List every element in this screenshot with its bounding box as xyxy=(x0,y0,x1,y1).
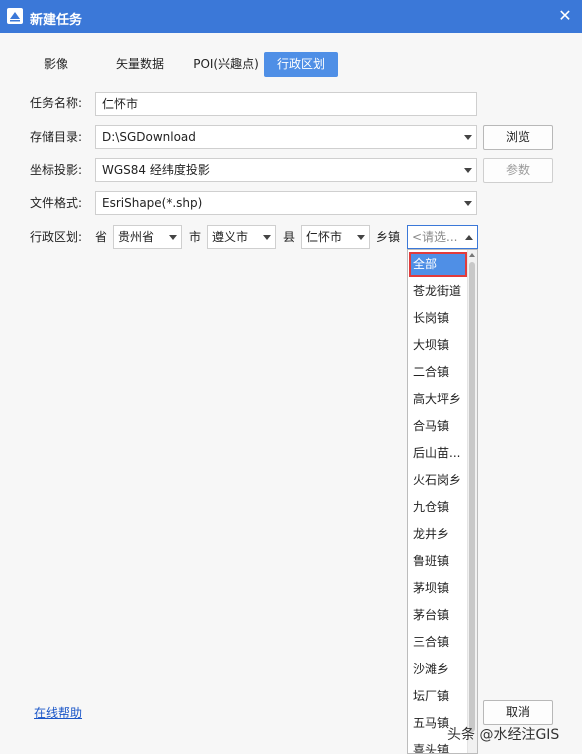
browse-button[interactable]: 浏览 xyxy=(483,125,553,150)
town-option[interactable]: 高大坪乡 xyxy=(409,387,467,412)
city-select[interactable]: 遵义市 xyxy=(207,225,276,249)
projection-value: WGS84 经纬度投影 xyxy=(102,163,210,177)
county-value: 仁怀市 xyxy=(306,230,343,244)
town-option[interactable]: 全部 xyxy=(409,252,467,277)
town-option[interactable]: 龙井乡 xyxy=(409,522,467,547)
region-label: 行政区划: xyxy=(30,230,83,244)
town-option[interactable]: 火石岗乡 xyxy=(409,468,467,493)
app-logo-icon xyxy=(7,8,23,24)
chevron-down-icon xyxy=(169,235,177,240)
town-option[interactable]: 三合镇 xyxy=(409,630,467,655)
online-help-link[interactable]: 在线帮助 xyxy=(34,704,82,721)
params-button[interactable]: 参数 xyxy=(483,158,553,183)
town-select[interactable]: <请选... xyxy=(407,225,478,249)
town-option[interactable]: 合马镇 xyxy=(409,414,467,439)
dropdown-scrollbar[interactable] xyxy=(467,250,477,753)
county-select[interactable]: 仁怀市 xyxy=(301,225,370,249)
town-option[interactable]: 苍龙街道 xyxy=(409,279,467,304)
town-option[interactable]: 九仓镇 xyxy=(409,495,467,520)
title-bar: 新建任务 ✕ xyxy=(0,0,582,33)
chevron-down-icon xyxy=(464,135,472,140)
town-option[interactable]: 二合镇 xyxy=(409,360,467,385)
scrollbar-thumb[interactable] xyxy=(469,262,475,732)
town-option[interactable]: 长岗镇 xyxy=(409,306,467,331)
close-icon[interactable]: ✕ xyxy=(554,5,576,27)
town-dropdown-list: 全部 苍龙街道 长岗镇 大坝镇 二合镇 高大坪乡 合马镇 后山苗... 火石岗乡… xyxy=(407,249,478,754)
tab-admin-region[interactable]: 行政区划 xyxy=(264,52,338,77)
task-name-label: 任务名称: xyxy=(30,96,83,110)
watermark: 头条 @水经注GIS xyxy=(447,727,560,743)
province-value: 贵州省 xyxy=(118,230,155,244)
town-option[interactable]: 大坝镇 xyxy=(409,333,467,358)
town-option[interactable]: 茅坝镇 xyxy=(409,576,467,601)
chevron-up-icon xyxy=(465,235,473,240)
town-option[interactable]: 后山苗... xyxy=(409,441,467,466)
town-label: 乡镇 xyxy=(376,230,401,244)
city-value: 遵义市 xyxy=(212,230,249,244)
projection-select[interactable]: WGS84 经纬度投影 xyxy=(95,158,477,182)
tab-imagery[interactable]: 影像 xyxy=(28,52,84,77)
chevron-down-icon xyxy=(357,235,365,240)
town-value: <请选... xyxy=(412,230,458,244)
window-title: 新建任务 xyxy=(30,13,83,28)
town-option[interactable]: 茅台镇 xyxy=(409,603,467,628)
file-format-select[interactable]: EsriShape(*.shp) xyxy=(95,191,477,215)
chevron-down-icon xyxy=(464,201,472,206)
storage-dir-select[interactable]: D:\SGDownload xyxy=(95,125,477,149)
file-format-label: 文件格式: xyxy=(30,196,83,210)
storage-dir-label: 存储目录: xyxy=(30,130,83,144)
county-label: 县 xyxy=(283,230,296,244)
town-option[interactable]: 坛厂镇 xyxy=(409,684,467,709)
chevron-down-icon xyxy=(263,235,271,240)
province-label: 省 xyxy=(95,230,108,244)
task-name-input[interactable]: 仁怀市 xyxy=(95,92,477,116)
tab-poi[interactable]: POI(兴趣点) xyxy=(184,52,268,77)
chevron-down-icon xyxy=(464,168,472,173)
province-select[interactable]: 贵州省 xyxy=(113,225,182,249)
town-option[interactable]: 鲁班镇 xyxy=(409,549,467,574)
file-format-value: EsriShape(*.shp) xyxy=(102,196,203,210)
scroll-up-arrow-icon[interactable] xyxy=(469,253,475,257)
storage-dir-value: D:\SGDownload xyxy=(102,130,196,144)
tab-vector-data[interactable]: 矢量数据 xyxy=(104,52,176,77)
city-label: 市 xyxy=(189,230,202,244)
town-option[interactable]: 沙滩乡 xyxy=(409,657,467,682)
cancel-button[interactable]: 取消 xyxy=(483,700,553,725)
projection-label: 坐标投影: xyxy=(30,163,83,177)
